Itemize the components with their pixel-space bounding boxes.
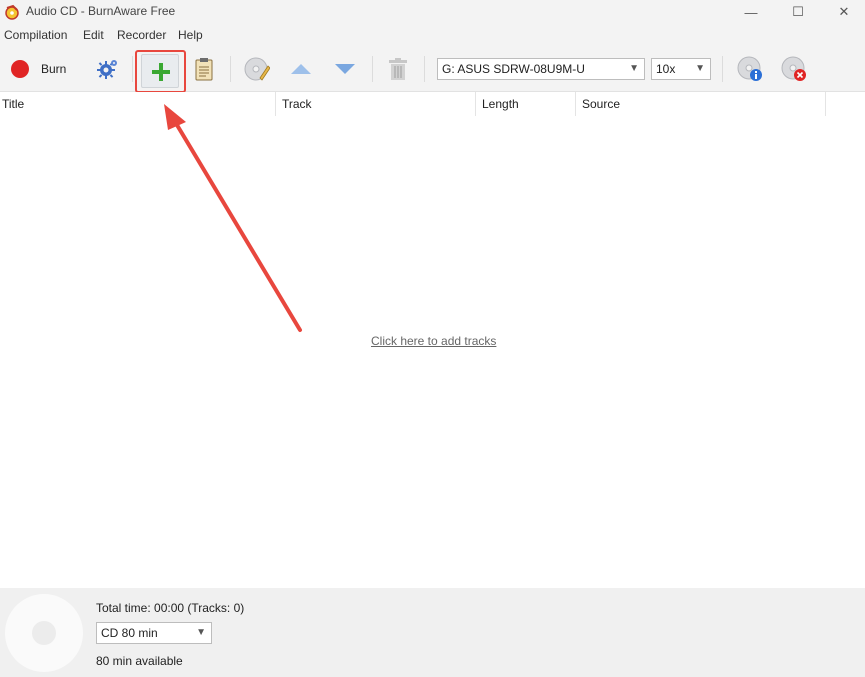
burn-icon	[11, 60, 29, 78]
disc-erase-button[interactable]	[780, 52, 808, 86]
disc-eject-icon	[781, 56, 806, 81]
chevron-down-icon: ▼	[196, 627, 206, 638]
clipboard-icon	[195, 58, 213, 81]
available-space: 80 min available	[96, 654, 183, 668]
column-source[interactable]: Source	[576, 92, 826, 116]
disc-properties-button[interactable]	[242, 52, 272, 86]
maximize-icon: ☐	[792, 4, 804, 19]
settings-gear-icon	[97, 60, 117, 79]
title-bar: Audio CD - BurnAware Free — ☐ ✕	[0, 0, 865, 24]
close-icon: ✕	[838, 4, 850, 19]
delete-button[interactable]	[384, 52, 412, 86]
menu-help[interactable]: Help	[178, 28, 203, 42]
menu-compilation[interactable]: Compilation	[4, 28, 67, 42]
disc-type-value: CD 80 min	[101, 626, 158, 640]
track-list-header: Title Track Length Source	[0, 92, 865, 116]
burnaware-logo-icon	[5, 4, 19, 20]
disc-info-button[interactable]	[736, 52, 764, 86]
drive-select-value: G: ASUS SDRW-08U9M-U	[442, 62, 585, 76]
drive-select[interactable]: G: ASUS SDRW-08U9M-U ▼	[437, 58, 645, 80]
column-source-label: Source	[582, 97, 621, 111]
highlight-box	[135, 50, 186, 93]
menu-edit[interactable]: Edit	[83, 28, 104, 42]
chevron-down-icon: ▼	[695, 63, 705, 74]
move-down-button[interactable]	[332, 52, 358, 86]
maximize-button[interactable]: ☐	[775, 0, 821, 24]
paste-button[interactable]	[190, 52, 218, 86]
disc-edit-icon	[244, 57, 270, 81]
window-title: Audio CD - BurnAware Free	[26, 4, 176, 18]
close-button[interactable]: ✕	[821, 0, 865, 24]
menu-recorder[interactable]: Recorder	[117, 28, 166, 42]
column-track-label: Track	[282, 97, 312, 111]
trash-icon	[389, 58, 407, 80]
speed-select[interactable]: 10x ▼	[651, 58, 711, 80]
column-title[interactable]: Title	[0, 92, 276, 116]
status-panel: Total time: 00:00 (Tracks: 0) CD 80 min …	[0, 588, 865, 677]
minimize-button[interactable]: —	[728, 0, 774, 24]
move-up-button[interactable]	[288, 52, 314, 86]
total-time: Total time: 00:00 (Tracks: 0)	[96, 601, 245, 615]
move-up-icon	[291, 64, 311, 74]
track-list[interactable]: Click here to add tracks	[0, 116, 865, 588]
settings-button[interactable]	[90, 52, 124, 86]
disc-capacity-icon	[5, 594, 83, 672]
minimize-icon: —	[744, 4, 758, 20]
column-length[interactable]: Length	[476, 92, 576, 116]
chevron-down-icon: ▼	[629, 63, 639, 74]
column-title-label: Title	[2, 97, 25, 111]
menu-bar: Compilation Edit Recorder Help	[0, 24, 865, 46]
disc-info-icon	[737, 56, 762, 81]
add-tracks-link[interactable]: Click here to add tracks	[371, 334, 496, 348]
column-length-label: Length	[482, 97, 519, 111]
speed-select-value: 10x	[656, 62, 676, 76]
move-down-icon	[335, 64, 355, 74]
column-track[interactable]: Track	[276, 92, 476, 116]
burn-label: Burn	[41, 62, 67, 76]
disc-type-select[interactable]: CD 80 min ▼	[96, 622, 212, 644]
